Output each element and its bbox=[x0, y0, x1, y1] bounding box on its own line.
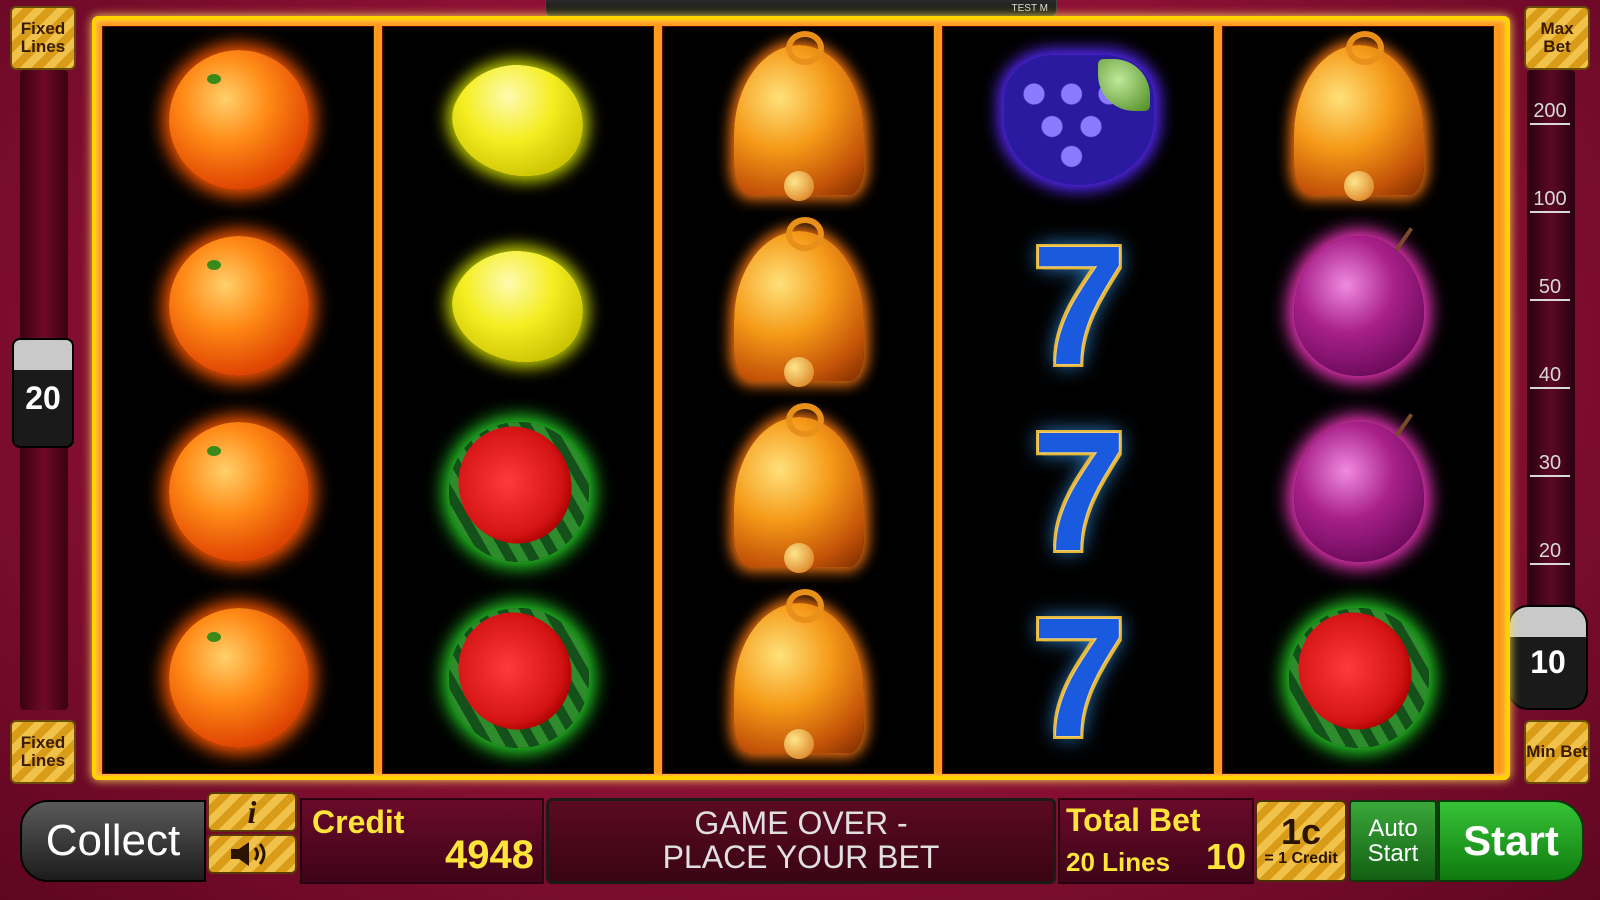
denomination-button[interactable]: 1c = 1 Credit bbox=[1255, 800, 1347, 882]
sound-icon[interactable] bbox=[207, 834, 297, 874]
fixed-lines-button-top[interactable]: Fixed Lines bbox=[10, 6, 76, 70]
auto-start-line-1: Auto bbox=[1368, 814, 1418, 842]
reel-cell bbox=[103, 399, 375, 585]
bet-scale-tick[interactable]: 200 bbox=[1530, 100, 1570, 125]
max-bet-button[interactable]: Max Bet bbox=[1524, 6, 1590, 70]
reel-cell bbox=[663, 27, 935, 213]
reel-cell bbox=[103, 585, 375, 771]
bet-value: 10 bbox=[1530, 644, 1566, 680]
reel-cell bbox=[383, 585, 655, 771]
reel-cell bbox=[1223, 27, 1495, 213]
reel-cell bbox=[383, 399, 655, 585]
bell-icon bbox=[1294, 31, 1424, 201]
lines-counter: 20 bbox=[12, 338, 74, 448]
lines-label: 20 Lines bbox=[1066, 847, 1171, 877]
reel-cell bbox=[1223, 399, 1495, 585]
bet-scale-tick[interactable]: 100 bbox=[1530, 188, 1570, 213]
min-bet-button[interactable]: Min Bet bbox=[1524, 720, 1590, 784]
total-bet-panel: Total Bet 20 Lines 10 bbox=[1058, 798, 1254, 884]
bell-icon bbox=[734, 403, 864, 573]
min-bet-label: Min Bet bbox=[1526, 742, 1588, 762]
reel-cell bbox=[1223, 585, 1495, 771]
max-bet-label: Max Bet bbox=[1540, 19, 1574, 56]
lemon-icon bbox=[436, 227, 602, 385]
reel-cell: 7 bbox=[943, 399, 1215, 585]
message-line-2: PLACE YOUR BET bbox=[662, 839, 940, 875]
denomination-sub: = 1 Credit bbox=[1264, 850, 1338, 867]
plum-icon bbox=[1294, 422, 1424, 562]
reel-frame: 7 7 7 bbox=[92, 16, 1510, 780]
reel-5 bbox=[1222, 26, 1494, 774]
orange-icon bbox=[169, 608, 309, 748]
reel-cell bbox=[943, 27, 1215, 213]
lines-value: 20 bbox=[25, 379, 61, 416]
credit-panel: Credit 4948 bbox=[300, 798, 544, 884]
info-icon[interactable]: i bbox=[207, 792, 297, 832]
auto-start-button[interactable]: Auto Start bbox=[1349, 800, 1437, 882]
start-button[interactable]: Start bbox=[1438, 800, 1584, 882]
speaker-icon bbox=[231, 842, 266, 866]
fixed-lines-label: Fixed Lines bbox=[20, 733, 66, 770]
reel-cell bbox=[103, 213, 375, 399]
seven-icon: 7 bbox=[1031, 211, 1127, 401]
reel-cell bbox=[663, 399, 935, 585]
denomination-value: 1c bbox=[1280, 811, 1322, 852]
message-box: GAME OVER - PLACE YOUR BET bbox=[546, 798, 1056, 884]
bell-icon bbox=[734, 31, 864, 201]
reel-cell bbox=[1223, 213, 1495, 399]
reel-cell bbox=[663, 585, 935, 771]
reel-2 bbox=[382, 26, 654, 774]
total-bet-label: Total Bet bbox=[1066, 802, 1201, 838]
bet-scale-tick[interactable]: 40 bbox=[1530, 364, 1570, 389]
message-line-1: GAME OVER - bbox=[694, 805, 908, 842]
orange-icon bbox=[169, 50, 309, 190]
bell-icon bbox=[734, 217, 864, 387]
plum-icon bbox=[1294, 236, 1424, 376]
reel-cell bbox=[383, 213, 655, 399]
bet-scale-tick[interactable]: 50 bbox=[1530, 276, 1570, 301]
control-bar: Collect i Credit 4948 GAME OVER - PLACE … bbox=[0, 790, 1600, 900]
reel-cell bbox=[383, 27, 655, 213]
grapes-icon bbox=[1004, 55, 1154, 185]
collect-button[interactable]: Collect bbox=[20, 800, 206, 882]
reel-4: 7 7 7 bbox=[942, 26, 1214, 774]
reel-cell bbox=[103, 27, 375, 213]
auto-start-line-2: Start bbox=[1367, 840, 1419, 867]
seven-icon: 7 bbox=[1031, 583, 1127, 773]
credit-value: 4948 bbox=[445, 833, 534, 877]
credit-label: Credit bbox=[312, 804, 405, 840]
fixed-lines-label: Fixed Lines bbox=[20, 19, 66, 56]
reel-cell bbox=[663, 213, 935, 399]
lemon-icon bbox=[436, 41, 602, 199]
orange-icon bbox=[169, 422, 309, 562]
reel-1 bbox=[102, 26, 374, 774]
bet-counter[interactable]: 10 bbox=[1508, 605, 1588, 710]
watermelon-icon bbox=[449, 608, 589, 748]
bet-scale-tick[interactable]: 20 bbox=[1530, 540, 1570, 565]
bet-scale-tick[interactable]: 30 bbox=[1530, 452, 1570, 477]
seven-icon: 7 bbox=[1031, 397, 1127, 587]
total-bet-value: 10 bbox=[1205, 836, 1246, 877]
watermelon-icon bbox=[449, 422, 589, 562]
orange-icon bbox=[169, 236, 309, 376]
bet-scale bbox=[1527, 70, 1575, 610]
reel-cell: 7 bbox=[943, 585, 1215, 771]
watermelon-icon bbox=[1289, 608, 1429, 748]
reel-cell: 7 bbox=[943, 213, 1215, 399]
reel-3 bbox=[662, 26, 934, 774]
top-bar-label: TEST M bbox=[1011, 3, 1048, 14]
fixed-lines-button-bottom[interactable]: Fixed Lines bbox=[10, 720, 76, 784]
bell-icon bbox=[734, 589, 864, 759]
